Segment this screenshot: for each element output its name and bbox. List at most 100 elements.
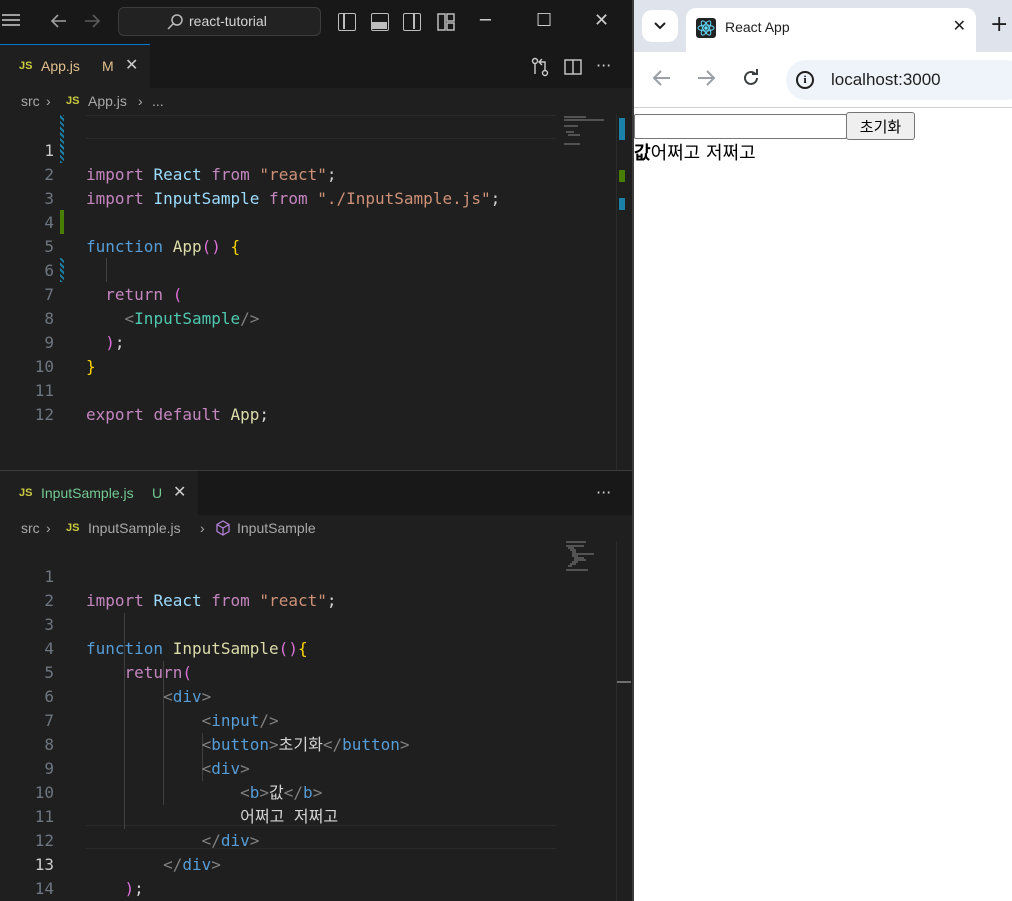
scrollbar-change-marker	[619, 118, 625, 140]
breadcrumb-more[interactable]: ...	[152, 88, 164, 114]
code-line: 2	[44, 591, 54, 610]
breadcrumb: src › JS App.js › ...	[0, 88, 632, 114]
code-line: 9 }	[44, 333, 96, 376]
breadcrumb-folder[interactable]: src	[21, 88, 40, 114]
breadcrumb-file[interactable]: App.js	[88, 88, 127, 114]
editor-group-inputsample: JS InputSample.js U ✕ ··· src › JS Input…	[0, 471, 632, 901]
menu-icon[interactable]	[2, 12, 20, 33]
chevron-right-icon: ›	[46, 93, 51, 109]
reset-button[interactable]: 초기화	[846, 112, 915, 140]
new-tab-button[interactable]: +	[990, 12, 1008, 37]
customize-layout-icon[interactable]	[437, 13, 455, 36]
close-window-button[interactable]: ✕	[594, 10, 609, 32]
tab-filename: App.js	[41, 58, 80, 74]
value-label: 값	[634, 143, 651, 164]
vscode-window: react-tutorial ─ ☐ ✕ JS App.js M ✕ ··· s…	[0, 0, 632, 901]
editor-tab-bar: JS InputSample.js U ✕ ···	[0, 471, 632, 515]
javascript-file-icon: JS	[19, 487, 33, 499]
chevron-right-icon: ›	[138, 93, 143, 109]
breadcrumb-symbol[interactable]: InputSample	[237, 515, 316, 541]
code-line: 14 }	[34, 879, 54, 898]
code-line: 1 import React from "react";	[44, 141, 337, 184]
code-line: 8 <div>	[44, 735, 250, 778]
split-editor-icon[interactable]	[564, 44, 582, 88]
minimap[interactable]	[562, 541, 620, 576]
tab-inputsample-js[interactable]: JS InputSample.js U ✕	[0, 471, 198, 515]
code-line: 7 <button>초기화</button>	[44, 711, 410, 754]
minimap[interactable]	[560, 116, 618, 146]
browser-toolbar: i localhost:3000	[634, 52, 1012, 108]
editor-group-app: JS App.js M ✕ ··· src › JS App.js › ...	[0, 44, 632, 470]
code-line: 11 export default App;	[34, 381, 270, 424]
breadcrumb-folder[interactable]: src	[21, 515, 40, 541]
scrollbar-position-marker	[617, 681, 631, 683]
symbol-method-icon	[215, 520, 231, 539]
javascript-file-icon: JS	[66, 95, 80, 107]
more-actions-icon[interactable]: ···	[596, 471, 611, 515]
open-changes-icon[interactable]	[530, 44, 550, 88]
address-bar[interactable]: i localhost:3000	[786, 60, 1012, 100]
close-tab-icon[interactable]: ✕	[173, 472, 186, 514]
editor-tab-bar: JS App.js M ✕ ···	[0, 44, 632, 88]
code-line: 3 function InputSample(){	[44, 615, 308, 658]
untracked-badge: U	[152, 485, 163, 501]
forward-arrow-icon[interactable]	[83, 12, 101, 35]
breadcrumb: src › JS InputSample.js › InputSample	[0, 515, 632, 541]
code-line: 4 return(	[44, 639, 192, 682]
breadcrumb-file[interactable]: InputSample.js	[88, 515, 181, 541]
code-line: 12	[34, 405, 54, 424]
chevron-down-icon	[654, 22, 666, 30]
toggle-primary-sidebar-icon[interactable]	[338, 13, 356, 31]
tab-search-button[interactable]	[642, 10, 678, 42]
toggle-secondary-sidebar-icon[interactable]	[403, 13, 421, 31]
toggle-panel-icon[interactable]	[371, 13, 389, 31]
tab-title: React App	[725, 19, 790, 35]
code-line: 1 import React from "react";	[44, 567, 337, 610]
maximize-button[interactable]: ☐	[536, 10, 552, 32]
site-info-icon[interactable]: i	[796, 71, 814, 89]
code-line: 10	[34, 357, 54, 376]
javascript-file-icon: JS	[19, 60, 33, 72]
code-line: 8 );	[44, 309, 125, 352]
code-line: 15	[0, 877, 560, 901]
chevron-right-icon: ›	[200, 520, 205, 536]
code-line: 3	[44, 189, 54, 208]
title-bar: react-tutorial ─ ☐ ✕	[0, 0, 632, 44]
code-line: 11 </div>	[34, 807, 260, 850]
minimize-button[interactable]: ─	[480, 10, 491, 32]
code-line: 4 function App() {	[44, 213, 241, 256]
output-text: 값어쩌고 저쩌고	[634, 142, 756, 166]
code-line: 13 );	[34, 855, 144, 898]
back-arrow-icon[interactable]	[50, 12, 68, 35]
command-center-search[interactable]: react-tutorial	[118, 7, 321, 36]
back-arrow-icon[interactable]	[652, 68, 672, 92]
modified-badge: M	[102, 58, 114, 74]
scrollbar-change-marker	[619, 198, 625, 210]
code-line: 10 어쩌고 저쩌고	[34, 783, 339, 826]
workspace-name: react-tutorial	[189, 13, 267, 29]
page-viewport: 초기화 값어쩌고 저쩌고	[634, 109, 1012, 901]
editor-scrollbar[interactable]	[616, 114, 630, 470]
code-line: 6 return (	[44, 261, 183, 304]
reload-icon[interactable]	[742, 68, 760, 92]
tab-filename: InputSample.js	[41, 485, 134, 501]
browser-tab-strip: React App ✕ +	[634, 0, 1012, 52]
react-logo-icon	[696, 18, 716, 38]
close-tab-icon[interactable]: ✕	[953, 16, 966, 35]
javascript-file-icon: JS	[66, 522, 80, 534]
code-line: 9 <b>값</b>	[44, 759, 323, 802]
browser-tab[interactable]: React App ✕	[686, 8, 976, 52]
forward-arrow-icon[interactable]	[696, 68, 716, 92]
code-line: 7 <InputSample/>	[44, 285, 260, 328]
close-tab-icon[interactable]: ✕	[125, 45, 138, 87]
code-line: 5 <div>	[44, 663, 212, 706]
text-input[interactable]	[634, 114, 847, 139]
browser-window: React App ✕ + i localhost:3000 초기화 값어쩌고 …	[632, 0, 1012, 901]
code-line: 6 <input/>	[44, 687, 279, 730]
editor-scrollbar[interactable]	[616, 541, 631, 901]
value-text: 어쩌고 저쩌고	[650, 143, 756, 164]
tab-app-js[interactable]: JS App.js M ✕	[0, 44, 150, 88]
more-actions-icon[interactable]: ···	[596, 44, 611, 88]
chevron-right-icon: ›	[46, 520, 51, 536]
code-line: 12 </div>	[34, 831, 221, 874]
